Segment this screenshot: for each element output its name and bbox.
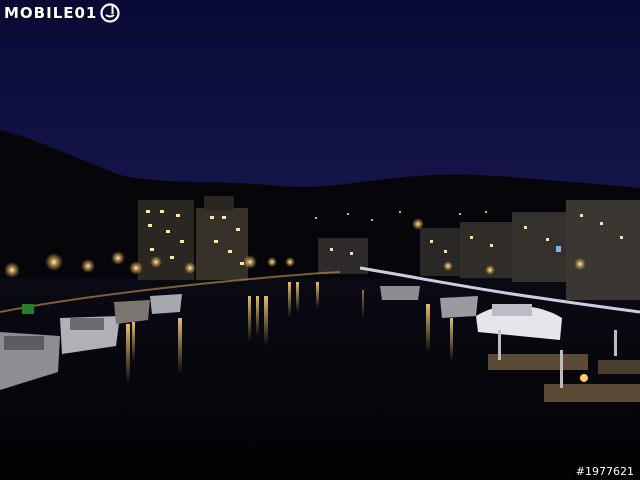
harbor-water [0, 278, 640, 480]
smiley-logo-icon [100, 3, 120, 23]
photo-viewer: MOBILE01 #1977621 [0, 0, 640, 480]
watermark-logo: MOBILE01 [4, 2, 121, 24]
photo-id-watermark: #1977621 [575, 465, 634, 478]
harbor-night-photo [0, 0, 640, 480]
logo-text: MOBILE01 [4, 4, 98, 22]
